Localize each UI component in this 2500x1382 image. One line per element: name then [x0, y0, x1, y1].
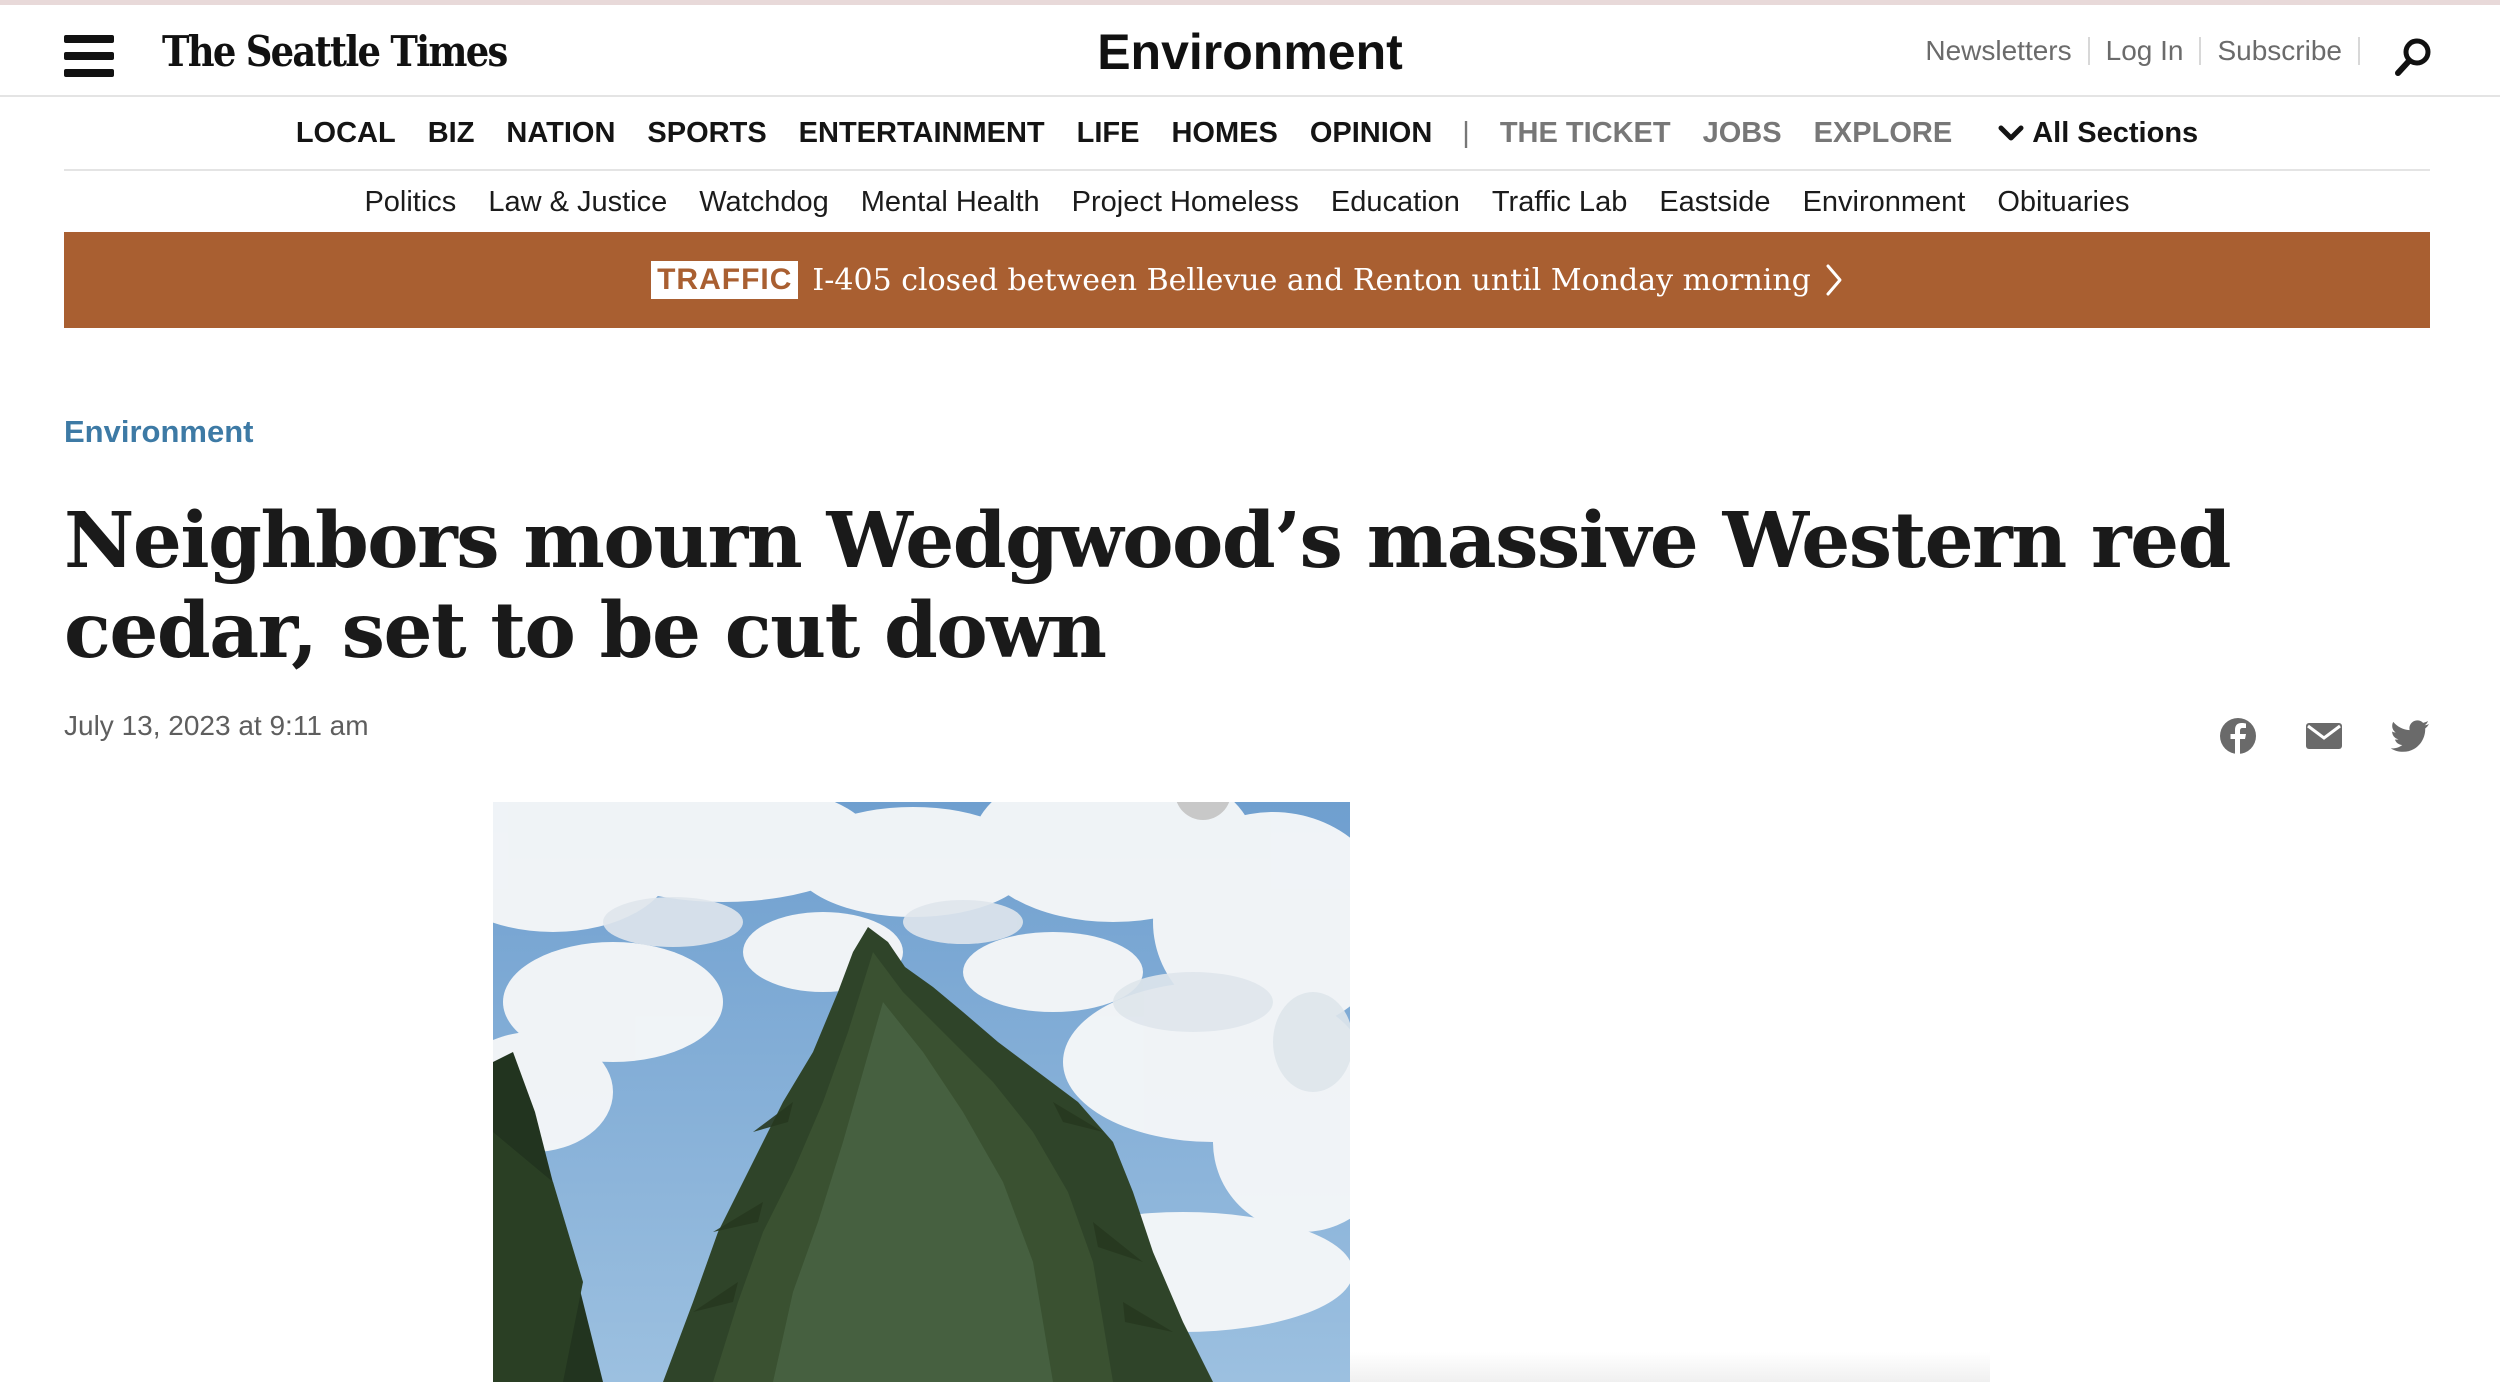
subnav-education[interactable]: Education [1331, 186, 1460, 219]
alert-tag: TRAFFIC [651, 261, 799, 299]
chevron-down-icon [1998, 125, 2024, 140]
subnav-traffic-lab[interactable]: Traffic Lab [1492, 186, 1627, 219]
subnav-environment[interactable]: Environment [1803, 186, 1966, 219]
subnav-law-justice[interactable]: Law & Justice [488, 186, 667, 219]
overlay-shadow [1350, 1352, 1990, 1382]
primary-nav: LOCAL BIZ NATION SPORTS ENTERTAINMENT LI… [64, 97, 2430, 171]
subnav-eastside[interactable]: Eastside [1659, 186, 1770, 219]
article-kicker[interactable]: Environment [64, 414, 253, 450]
all-sections-button[interactable]: All Sections [1998, 117, 2198, 150]
article-photo[interactable] [493, 802, 1350, 1382]
subnav-obituaries[interactable]: Obituaries [1997, 186, 2129, 219]
twitter-icon[interactable] [2390, 716, 2430, 756]
subnav-watchdog[interactable]: Watchdog [699, 186, 829, 219]
subnav-politics[interactable]: Politics [364, 186, 456, 219]
nav-nation[interactable]: NATION [506, 117, 615, 150]
nav-divider: | [1462, 117, 1470, 149]
masthead: The Seattle Times Environment Newsletter… [0, 5, 2500, 97]
subnav-project-homeless[interactable]: Project Homeless [1072, 186, 1299, 219]
alert-message: I-405 closed between Bellevue and Renton… [812, 262, 1811, 298]
subscribe-link[interactable]: Subscribe [2217, 35, 2342, 67]
subnav-mental-health[interactable]: Mental Health [861, 186, 1040, 219]
section-title: Environment [1097, 24, 1403, 80]
nav-biz[interactable]: BIZ [428, 117, 475, 150]
login-link[interactable]: Log In [2106, 35, 2184, 67]
nav-jobs[interactable]: JOBS [1703, 117, 1782, 150]
chevron-right-icon [1826, 264, 1842, 296]
nav-local[interactable]: LOCAL [296, 117, 396, 150]
nav-homes[interactable]: HOMES [1171, 117, 1277, 150]
utility-links: Newsletters Log In Subscribe [1925, 35, 2376, 67]
nav-entertainment[interactable]: ENTERTAINMENT [799, 117, 1045, 150]
divider [2087, 37, 2090, 65]
site-logo[interactable]: The Seattle Times [162, 27, 508, 76]
email-icon[interactable] [2304, 716, 2344, 756]
menu-icon[interactable] [64, 35, 116, 79]
nav-sports[interactable]: SPORTS [647, 117, 766, 150]
nav-the-ticket[interactable]: THE TICKET [1500, 117, 1671, 150]
secondary-nav: Politics Law & Justice Watchdog Mental H… [64, 173, 2430, 231]
all-sections-label: All Sections [2032, 117, 2199, 149]
traffic-alert-banner[interactable]: TRAFFIC I-405 closed between Bellevue an… [64, 232, 2430, 328]
share-buttons [2172, 716, 2430, 756]
divider [2199, 37, 2202, 65]
facebook-icon[interactable] [2218, 716, 2258, 756]
divider [2358, 37, 2360, 65]
article-dateline: July 13, 2023 at 9:11 am [64, 710, 369, 741]
nav-explore[interactable]: EXPLORE [1814, 117, 1953, 150]
nav-opinion[interactable]: OPINION [1310, 117, 1432, 150]
newsletters-link[interactable]: Newsletters [1925, 35, 2071, 67]
article-headline: Neighbors mourn Wedgwood’s massive Weste… [64, 496, 2231, 676]
search-icon[interactable] [2392, 35, 2436, 79]
nav-life[interactable]: LIFE [1077, 117, 1140, 150]
